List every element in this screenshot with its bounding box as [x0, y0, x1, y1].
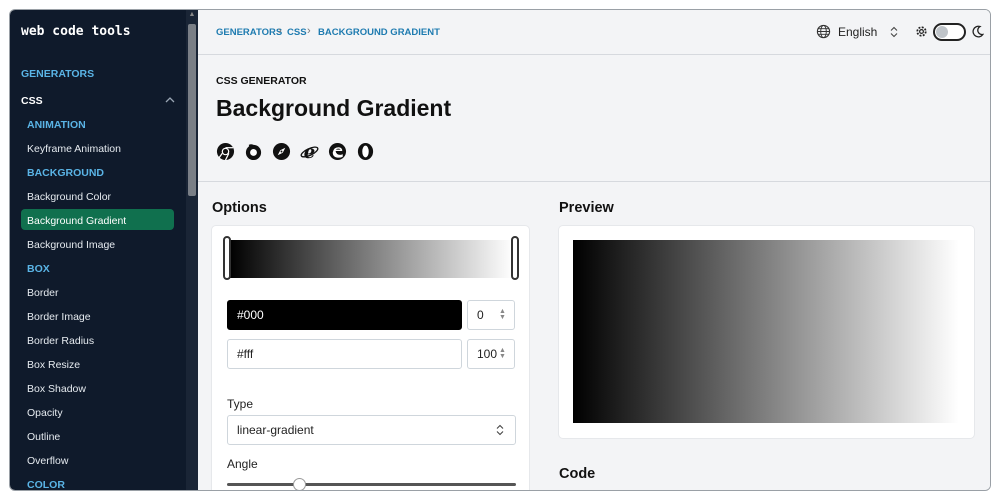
page-title: Background Gradient	[216, 95, 452, 121]
sidebar: web code tools GENERATORS CSS ANIMATION …	[10, 10, 198, 490]
angle-label: Angle	[227, 457, 258, 471]
sidebar-category-color: COLOR	[27, 479, 65, 491]
top-bar: GENERATORS › CSS › BACKGROUND GRADIENT E…	[198, 10, 990, 55]
preview-card	[559, 226, 974, 438]
preview-heading: Preview	[559, 200, 614, 216]
sidebar-item-background-color[interactable]: Background Color	[27, 191, 111, 203]
breadcrumb-separator-icon: ›	[278, 25, 282, 37]
edge-icon	[328, 142, 347, 161]
gradient-stop-handle-start[interactable]	[223, 236, 231, 280]
scroll-up-arrow-icon[interactable]: ▲	[188, 11, 196, 19]
site-logo[interactable]: web code tools	[21, 24, 131, 39]
type-select[interactable]: linear-gradient	[227, 415, 516, 445]
sidebar-section-css[interactable]: CSS	[21, 95, 43, 107]
svg-text:e: e	[304, 142, 315, 161]
firefox-icon	[245, 144, 262, 161]
gradient-stop-handle-end[interactable]	[511, 236, 519, 280]
breadcrumb-separator-icon: ›	[307, 25, 311, 37]
app-window: web code tools GENERATORS CSS ANIMATION …	[9, 9, 991, 491]
chevron-updown-icon[interactable]	[496, 424, 504, 436]
sidebar-item-box-shadow[interactable]: Box Shadow	[27, 383, 86, 395]
page-eyebrow: CSS GENERATOR	[216, 75, 307, 87]
gradient-preview	[573, 240, 959, 423]
opera-icon	[357, 142, 374, 161]
browser-support-icons: e	[216, 142, 375, 161]
sidebar-category-animation: ANIMATION	[27, 119, 86, 131]
stop1-position-input[interactable]: 0 ▲ ▼	[467, 300, 515, 330]
options-heading: Options	[212, 200, 267, 216]
sidebar-item-background-gradient[interactable]: Background Gradient	[27, 215, 126, 227]
chevron-up-icon[interactable]	[165, 96, 175, 104]
breadcrumb-generators[interactable]: GENERATORS	[216, 27, 282, 38]
code-heading: Code	[559, 466, 596, 482]
sidebar-scrollbar-thumb[interactable]	[188, 24, 196, 196]
stepper-icon[interactable]: ▲ ▼	[498, 347, 507, 360]
sidebar-category-background: BACKGROUND	[27, 167, 104, 179]
chrome-icon	[216, 142, 235, 161]
sidebar-item-border-image[interactable]: Border Image	[27, 311, 91, 323]
breadcrumb-css[interactable]: CSS	[287, 27, 307, 38]
theme-toggle[interactable]	[933, 23, 966, 41]
stop1-position-value: 0	[477, 308, 484, 322]
sidebar-item-box-resize[interactable]: Box Resize	[27, 359, 80, 371]
main-content: GENERATORS › CSS › BACKGROUND GRADIENT E…	[198, 10, 990, 490]
page-header: CSS GENERATOR Background Gradient e	[198, 55, 990, 182]
breadcrumb-background-gradient: BACKGROUND GRADIENT	[318, 27, 440, 38]
sidebar-item-overflow[interactable]: Overflow	[27, 455, 68, 467]
sidebar-section-generators[interactable]: GENERATORS	[21, 68, 94, 80]
sidebar-category-box: BOX	[27, 263, 50, 275]
moon-icon[interactable]	[972, 25, 984, 38]
stepper-icon[interactable]: ▲ ▼	[498, 308, 507, 321]
gear-icon[interactable]	[915, 25, 928, 38]
angle-slider-track[interactable]	[227, 483, 516, 486]
stop2-position-input[interactable]: 100 ▲ ▼	[467, 339, 515, 369]
ie-icon: e	[300, 142, 319, 161]
stop2-color-input[interactable]: #fff	[227, 339, 462, 369]
sidebar-item-keyframe-animation[interactable]: Keyframe Animation	[27, 143, 121, 155]
chevron-updown-icon[interactable]	[890, 26, 898, 38]
sidebar-item-background-image[interactable]: Background Image	[27, 239, 115, 251]
angle-slider-thumb[interactable]	[292, 478, 306, 490]
gradient-stop-bar[interactable]	[229, 240, 513, 278]
sidebar-item-opacity[interactable]: Opacity	[27, 407, 63, 419]
sidebar-item-border-radius[interactable]: Border Radius	[27, 335, 94, 347]
type-label: Type	[227, 397, 254, 411]
globe-icon[interactable]	[816, 24, 831, 39]
sidebar-item-outline[interactable]: Outline	[27, 431, 60, 443]
stop1-color-input[interactable]: #000	[227, 300, 462, 330]
sidebar-item-border[interactable]: Border	[27, 287, 59, 299]
stop2-position-value: 100	[477, 347, 498, 361]
language-select[interactable]: English	[838, 25, 877, 39]
theme-toggle-knob	[936, 26, 948, 38]
safari-icon	[272, 142, 291, 161]
options-card: #000 0 ▲ ▼ #fff 100 ▲ ▼ Type linear-gradie…	[212, 226, 529, 490]
